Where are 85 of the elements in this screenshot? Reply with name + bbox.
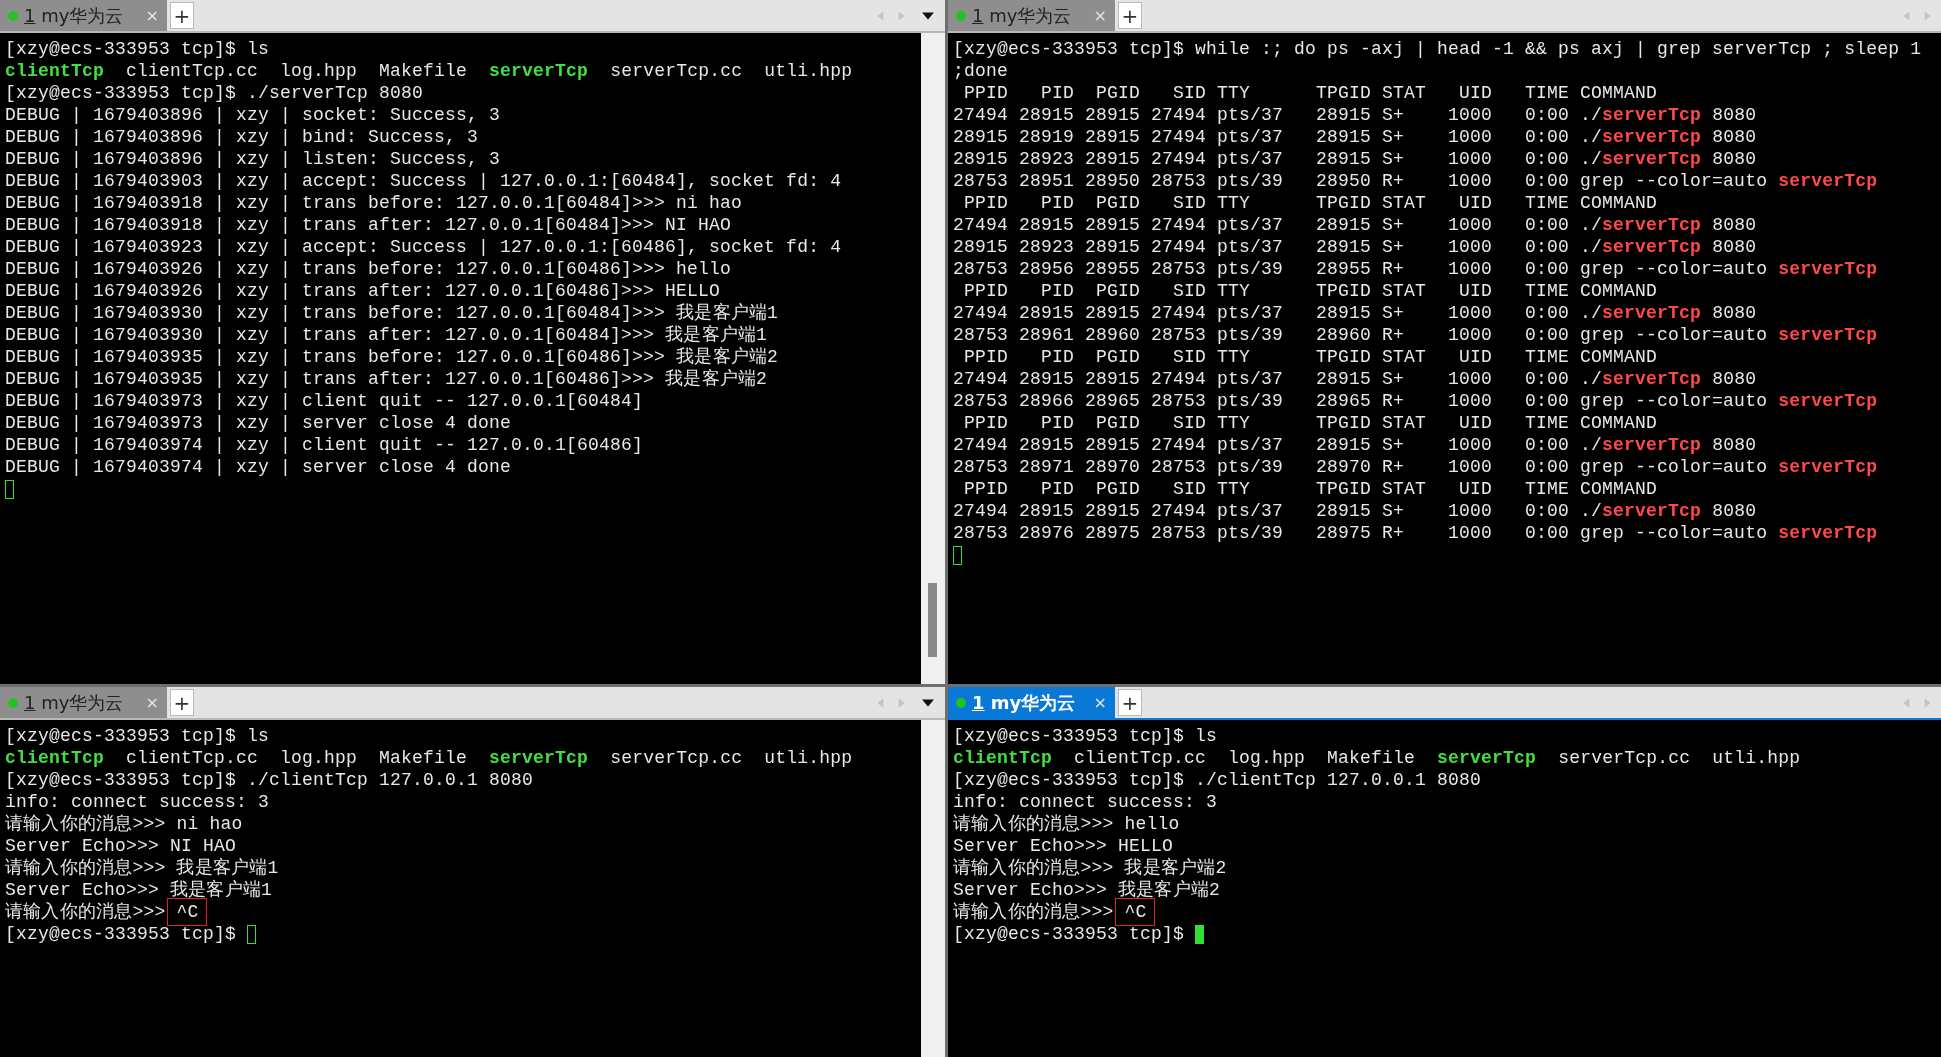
terminal-line: DEBUG | 1679403896 | xzy | listen: Success, 3 [5,148,502,170]
terminal-line: 28753 28961 28960 28753 pts/39 28960 R+ 1000 0:00 grep --color=auto serverTcp [953,324,1879,346]
terminal-line: PPID PID PGID SID TTY TPGID STAT UID TIME COMMAND [963,346,1659,368]
terminal-line: 27494 28915 28915 27494 pts/37 28915 S+ 1000 0:00 ./serverTcp 8080 [953,368,1758,390]
terminal-line: 27494 28915 28915 27494 pts/37 28915 S+ 1000 0:00 ./serverTcp 8080 [953,302,1758,324]
terminal-line: Server Echo>>> HELLO [953,835,1175,857]
terminal-line: PPID PID PGID SID TTY TPGID STAT UID TIME COMMAND [963,412,1659,434]
status-dot-icon [8,10,18,21]
caret-icon[interactable] [921,696,935,709]
status-dot-icon [956,697,966,708]
terminal-line: [xzy@ecs-333953 tcp]$ ./clientTcp 127.0.0.1 8080 [953,769,1483,791]
terminal-line: 27494 28915 28915 27494 pts/37 28915 S+ 1000 0:00 ./serverTcp 8080 [953,434,1758,456]
terminal-line: clientTcp clientTcp.cc log.hpp Makefile serverTcp serverTcp.cc utli.hpp [953,747,1802,769]
terminal-line: DEBUG | 1679403896 | xzy | bind: Success, 3 [5,126,480,148]
terminal-line: PPID PID PGID SID TTY TPGID STAT UID TIME COMMAND [963,82,1659,104]
terminal-line: DEBUG | 1679403918 | xzy | trans after: 127.0.0.1[60484]>>> NI HAO [5,214,733,236]
terminal-line: DEBUG | 1679403930 | xzy | trans after: 127.0.0.1[60484]>>> 我是客户端1 [5,324,769,346]
new-tab-button[interactable]: + [1118,689,1142,716]
terminal-line: 28915 28919 28915 27494 pts/37 28915 S+ 1000 0:00 ./serverTcp 8080 [953,126,1758,148]
close-button[interactable]: × [145,693,159,712]
terminal-line: info: connect success: 3 [5,791,271,813]
terminal-line: DEBUG | 1679403923 | xzy | accept: Success | 127.0.0.1:[60486], socket fd: 4 [5,236,843,258]
terminal-line: [xzy@ecs-333953 tcp]$ ls [5,725,271,747]
terminal-line: PPID PID PGID SID TTY TPGID STAT UID TIME COMMAND [963,192,1659,214]
terminal-line: [xzy@ecs-333953 tcp]$ ls [953,725,1219,747]
terminal-line: DEBUG | 1679403926 | xzy | trans after: 127.0.0.1[60486]>>> HELLO [5,280,722,302]
highlighted-text: ^C [1115,898,1156,926]
tab[interactable]: 1 my华为云 × [948,687,1115,718]
terminal-line: PPID PID PGID SID TTY TPGID STAT UID TIME COMMAND [963,478,1659,500]
terminal-line: 28753 28976 28975 28753 pts/39 28975 R+ 1000 0:00 grep --color=auto serverTcp [953,522,1879,544]
terminal-line: 28753 28971 28970 28753 pts/39 28970 R+ 1000 0:00 grep --color=auto serverTcp [953,456,1879,478]
terminal-line: DEBUG | 1679403918 | xzy | trans before: 127.0.0.1[60484]>>> ni hao [5,192,744,214]
terminal-line: ;done [953,60,1009,82]
close-button[interactable]: × [1093,693,1107,712]
terminal-line: DEBUG | 1679403896 | xzy | socket: Success, 3 [5,104,502,126]
terminal-line: [xzy@ecs-333953 tcp]$ ls [5,38,271,60]
terminal-text: 请输入你的消息>>> [5,901,166,923]
tab[interactable]: 1 my华为云 × [0,687,167,718]
terminal-line: DEBUG | 1679403930 | xzy | trans before: 127.0.0.1[60484]>>> 我是客户端1 [5,302,780,324]
terminal-line: clientTcp clientTcp.cc log.hpp Makefile serverTcp serverTcp.cc utli.hpp [5,747,854,769]
terminal-line: DEBUG | 1679403935 | xzy | trans after: 127.0.0.1[60486]>>> 我是客户端2 [5,368,769,390]
terminal-line: [xzy@ecs-333953 tcp]$ while :; do ps -axj | head -1 && ps axj | grep serverTcp ; sleep 1 [953,38,1923,60]
terminal-line: clientTcp clientTcp.cc log.hpp Makefile serverTcp serverTcp.cc utli.hpp [5,60,854,82]
new-tab-button[interactable]: + [170,2,194,29]
scrollbar[interactable] [921,720,945,1057]
status-dot-icon [956,10,966,21]
terminal-line: Server Echo>>> NI HAO [5,835,238,857]
status-dot-icon [8,697,18,708]
close-button[interactable]: × [1093,6,1107,25]
terminal-line: [xzy@ecs-333953 tcp]$ ./serverTcp 8080 [5,82,425,104]
terminal-line: DEBUG | 1679403903 | xzy | accept: Success | 127.0.0.1:[60484], socket fd: 4 [5,170,843,192]
terminal-line: 28915 28923 28915 27494 pts/37 28915 S+ 1000 0:00 ./serverTcp 8080 [953,236,1758,258]
terminal-line: 27494 28915 28915 27494 pts/37 28915 S+ 1000 0:00 ./serverTcp 8080 [953,104,1758,126]
terminal-line: 请输入你的消息>>> hello [953,813,1181,835]
tab[interactable]: 1 my华为云 × [948,0,1115,31]
terminal-line: 28915 28923 28915 27494 pts/37 28915 S+ 1000 0:00 ./serverTcp 8080 [953,148,1758,170]
terminal-line: Server Echo>>> 我是客户端2 [953,879,1222,901]
terminal-text: 请输入你的消息>>> [953,901,1114,923]
terminal-line: DEBUG | 1679403974 | xzy | client quit -- 127.0.0.1[60486] [5,434,645,456]
terminal-line: PPID PID PGID SID TTY TPGID STAT UID TIME COMMAND [963,280,1659,302]
caret-icon[interactable] [921,9,935,22]
new-tab-button[interactable]: + [170,689,194,716]
new-tab-button[interactable]: + [1118,2,1142,29]
terminal-line: 27494 28915 28915 27494 pts/37 28915 S+ 1000 0:00 ./serverTcp 8080 [953,214,1758,236]
terminal-text: [xzy@ecs-333953 tcp]$ [953,923,1186,945]
terminal-line: info: connect success: 3 [953,791,1219,813]
close-button[interactable]: × [145,6,159,25]
terminal-line: Server Echo>>> 我是客户端1 [5,879,274,901]
terminal-line: DEBUG | 1679403973 | xzy | server close 4 done [5,412,513,434]
terminal-line: 27494 28915 28915 27494 pts/37 28915 S+ 1000 0:00 ./serverTcp 8080 [953,500,1758,522]
terminal-line: DEBUG | 1679403973 | xzy | client quit -- 127.0.0.1[60484] [5,390,645,412]
terminal-line: DEBUG | 1679403926 | xzy | trans before: 127.0.0.1[60486]>>> hello [5,258,733,280]
terminal-line: 28753 28966 28965 28753 pts/39 28965 R+ 1000 0:00 grep --color=auto serverTcp [953,390,1879,412]
highlighted-text: ^C [167,898,208,926]
tab[interactable]: 1 my华为云 × [0,0,167,31]
terminal-line: [xzy@ecs-333953 tcp]$ ./clientTcp 127.0.0.1 8080 [5,769,535,791]
terminal-line: DEBUG | 1679403935 | xzy | trans before: 127.0.0.1[60486]>>> 我是客户端2 [5,346,780,368]
terminal-line: DEBUG | 1679403974 | xzy | server close 4 done [5,456,513,478]
terminal-line: 28753 28951 28950 28753 pts/39 28950 R+ 1000 0:00 grep --color=auto serverTcp [953,170,1879,192]
terminal-line: 28753 28956 28955 28753 pts/39 28955 R+ 1000 0:00 grep --color=auto serverTcp [953,258,1879,280]
terminal-line: 请输入你的消息>>> 我是客户端2 [953,857,1228,879]
terminal-text: [xzy@ecs-333953 tcp]$ [5,923,238,945]
terminal-line: 请输入你的消息>>> ni hao [5,813,244,835]
terminal-line: 请输入你的消息>>> 我是客户端1 [5,857,280,879]
scrollbar[interactable] [921,33,945,684]
